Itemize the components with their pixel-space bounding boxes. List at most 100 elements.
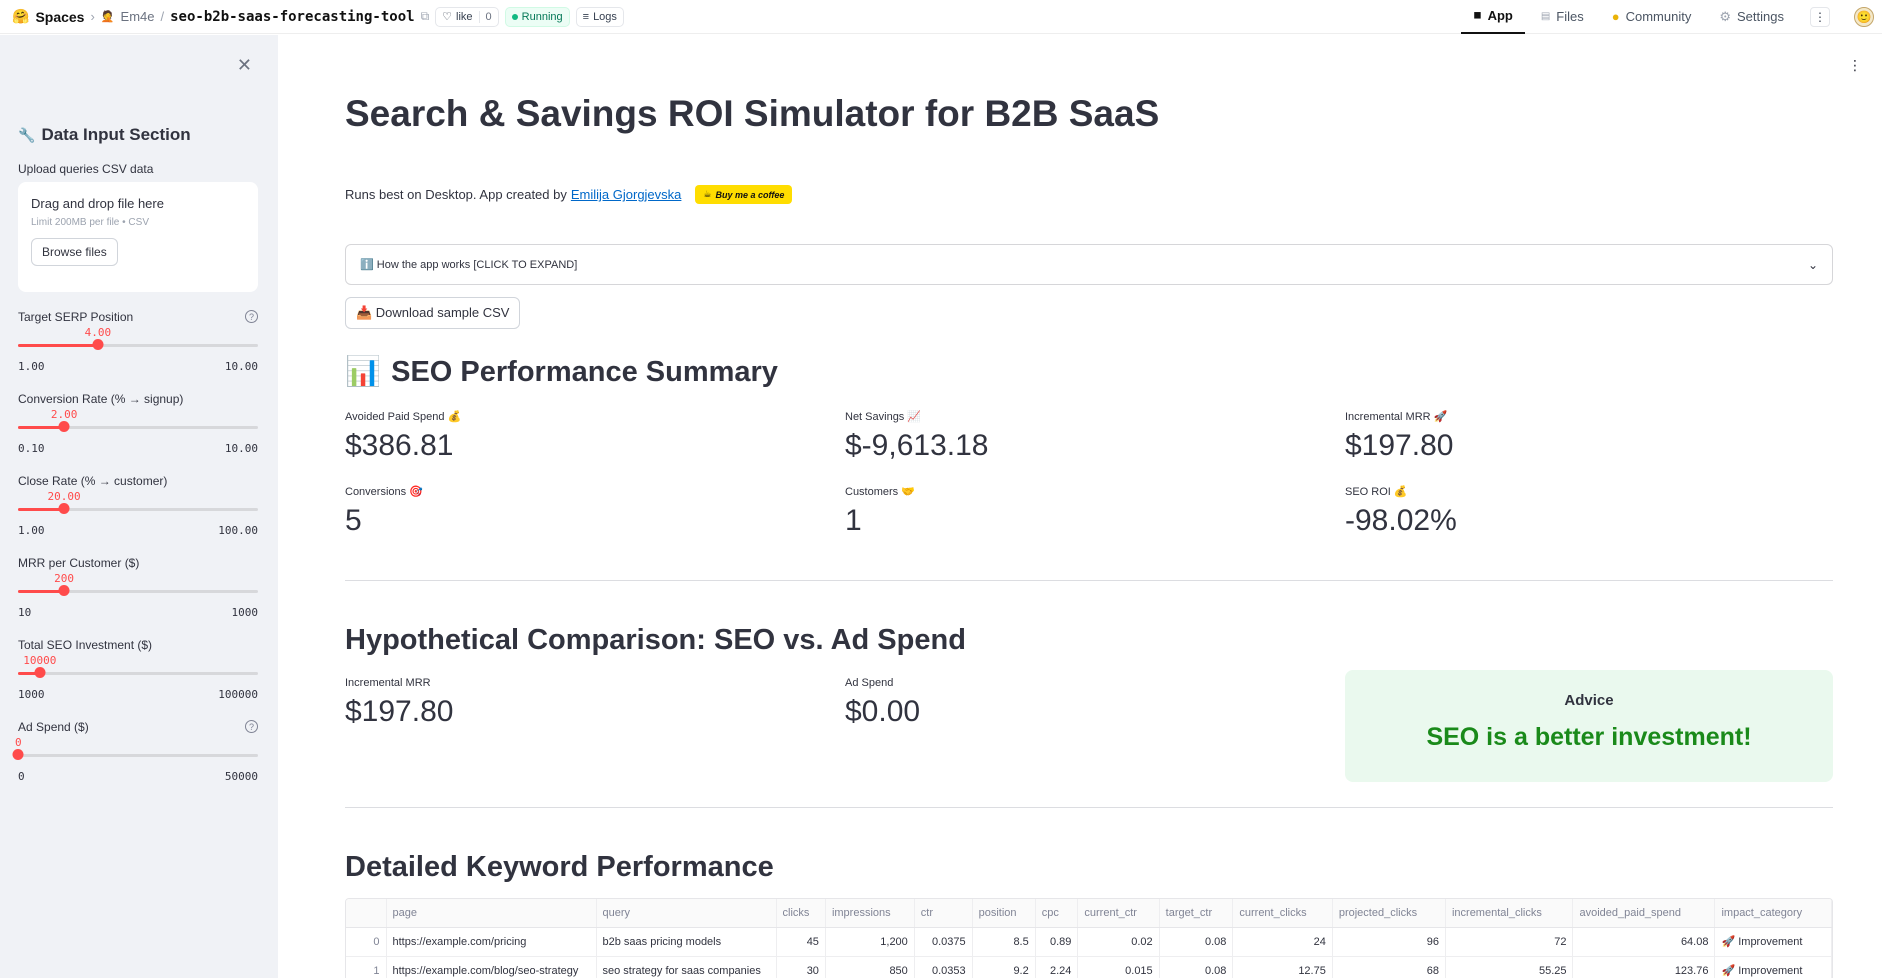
tab-files[interactable]: ▤ Files [1529, 0, 1596, 34]
mrr-per-customer-slider[interactable]: 200 10 1000 [18, 572, 258, 632]
slider-value: 20.00 [47, 490, 81, 503]
table-cell[interactable]: 9.2 [972, 956, 1036, 978]
table-cell[interactable]: 45 [776, 927, 826, 957]
column-header[interactable]: projected_clicks [1332, 899, 1446, 928]
table-cell[interactable]: 123.76 [1572, 956, 1716, 978]
conversion-rate-slider[interactable]: 2.00 0.10 10.00 [18, 408, 258, 468]
column-header[interactable]: incremental_clicks [1445, 899, 1574, 928]
metric-value: $-9,613.18 [845, 429, 989, 462]
table-cell[interactable]: 0.015 [1077, 956, 1160, 978]
table-cell[interactable]: 72 [1445, 927, 1574, 957]
help-icon[interactable]: ? [245, 310, 258, 323]
table-cell[interactable]: 64.08 [1572, 927, 1716, 957]
table-cell[interactable]: 12.75 [1232, 956, 1333, 978]
table-cell[interactable]: 8.5 [972, 927, 1036, 957]
table-cell[interactable]: 0.08 [1159, 927, 1234, 957]
metric-label: Customers 🤝 [845, 486, 915, 498]
column-header[interactable]: position [972, 899, 1036, 928]
table-cell[interactable]: 0.89 [1035, 927, 1079, 957]
table-cell[interactable]: 0.02 [1077, 927, 1160, 957]
author-link[interactable]: Emilija Gjorgjevska [571, 187, 682, 202]
table-cell[interactable]: https://example.com/blog/seo-strategy [386, 956, 597, 978]
slider-track[interactable] [18, 508, 258, 511]
table-cell[interactable]: 0.08 [1159, 956, 1234, 978]
more-options-button[interactable]: ⋮ [1810, 6, 1830, 27]
table-row[interactable]: 1 https://example.com/blog/seo-strategy … [346, 956, 1832, 978]
slider-track[interactable] [18, 754, 258, 757]
slider-thumb[interactable] [92, 339, 104, 350]
page-title: Search & Savings ROI Simulator for B2B S… [345, 93, 1160, 134]
slider-value: 4.00 [84, 326, 112, 339]
column-header[interactable]: ctr [914, 899, 973, 928]
seo-investment-slider[interactable]: 10000 1000 100000 [18, 654, 258, 714]
summary-heading-label: SEO Performance Summary [391, 355, 778, 388]
table-cell[interactable]: 0.0375 [914, 927, 973, 957]
table-cell[interactable]: 24 [1232, 927, 1333, 957]
column-header[interactable]: cpc [1035, 899, 1079, 928]
table-cell[interactable]: seo strategy for saas companies [596, 956, 777, 978]
column-header[interactable]: target_ctr [1159, 899, 1234, 928]
table-cell[interactable]: 30 [776, 956, 826, 978]
browse-files-button[interactable]: Browse files [31, 238, 118, 266]
slider-thumb[interactable] [58, 503, 70, 514]
column-header[interactable]: avoided_paid_spend [1572, 899, 1716, 928]
download-sample-csv-button[interactable]: 📥 Download sample CSV [345, 297, 521, 329]
slider-thumb[interactable] [58, 421, 70, 432]
owner-avatar-icon: 🤦 [100, 11, 115, 23]
table-cell[interactable]: b2b saas pricing models [596, 927, 777, 957]
comparison-heading: Hypothetical Comparison: SEO vs. Ad Spen… [345, 624, 966, 656]
table-cell[interactable]: 2.24 [1035, 956, 1079, 978]
close-sidebar-icon[interactable]: ✕ [237, 55, 252, 76]
column-header[interactable]: impact_category [1714, 899, 1832, 928]
owner-link[interactable]: Em4e [121, 9, 155, 24]
table-cell[interactable]: 1,200 [825, 927, 915, 957]
main-menu-icon[interactable]: ⋮ [1848, 57, 1862, 74]
help-icon[interactable]: ? [245, 720, 258, 733]
slider-value: 10000 [23, 654, 57, 667]
slider-thumb[interactable] [34, 667, 46, 678]
table-cell[interactable]: 🚀 Improvement [1714, 956, 1832, 978]
buy-me-a-coffee-button[interactable]: ☕ Buy me a coffee [695, 185, 793, 204]
column-header[interactable]: clicks [776, 899, 826, 928]
table-cell[interactable]: 850 [825, 956, 915, 978]
repo-name-link[interactable]: seo-b2b-saas-forecasting-tool [170, 9, 414, 25]
column-header[interactable]: current_clicks [1232, 899, 1333, 928]
table-cell: 1 [346, 956, 387, 978]
column-header[interactable]: impressions [825, 899, 915, 928]
tab-app[interactable]: ◼ App [1461, 0, 1525, 34]
metric-net-savings: Net Savings 📈 $-9,613.18 [845, 410, 988, 463]
ad-spend-slider[interactable]: 0 0 50000 [12, 736, 258, 796]
how-it-works-expander[interactable]: ℹ️ How the app works [CLICK TO EXPAND] ⌄ [345, 244, 1833, 285]
logs-button[interactable]: ≡ Logs [575, 6, 624, 27]
column-header[interactable]: current_ctr [1077, 899, 1160, 928]
slider-thumb[interactable] [58, 585, 70, 596]
table-cell[interactable]: 68 [1332, 956, 1446, 978]
copy-icon[interactable]: ⧉ [421, 9, 430, 24]
user-avatar[interactable]: 🙂 [1854, 6, 1874, 27]
slider-track[interactable] [18, 344, 258, 347]
table-cell[interactable]: 🚀 Improvement [1714, 927, 1832, 957]
main-content: ⋮ Search & Savings ROI Simulator for B2B… [278, 35, 1882, 978]
tab-settings[interactable]: ⚙ Settings [1707, 0, 1796, 34]
keyword-table[interactable]: page query clicks impressions ctr positi… [345, 898, 1833, 978]
table-cell[interactable]: 96 [1332, 927, 1446, 957]
column-header[interactable] [346, 899, 387, 928]
column-header[interactable]: query [596, 899, 777, 928]
table-cell[interactable]: https://example.com/pricing [386, 927, 597, 957]
close-rate-slider[interactable]: 20.00 1.00 100.00 [18, 490, 258, 550]
table-cell[interactable]: 55.25 [1445, 956, 1574, 978]
slider-track[interactable] [18, 426, 258, 429]
column-header[interactable]: page [386, 899, 597, 928]
slider-track[interactable] [18, 590, 258, 593]
slider-track[interactable] [18, 672, 258, 675]
like-button[interactable]: ♡ like 0 [435, 6, 499, 27]
huggingface-logo-icon[interactable]: 🤗 [12, 8, 29, 25]
serp-slider[interactable]: 4.00 1.00 10.00 [18, 326, 258, 386]
tab-community[interactable]: ● Community [1600, 0, 1704, 34]
table-row[interactable]: 0 https://example.com/pricing b2b saas p… [346, 927, 1832, 957]
metric-value: $197.80 [1345, 429, 1454, 462]
slider-thumb[interactable] [12, 749, 24, 760]
file-dropzone[interactable]: Drag and drop file here Limit 200MB per … [18, 182, 258, 292]
table-cell[interactable]: 0.0353 [914, 956, 973, 978]
spaces-link[interactable]: Spaces [35, 9, 84, 25]
